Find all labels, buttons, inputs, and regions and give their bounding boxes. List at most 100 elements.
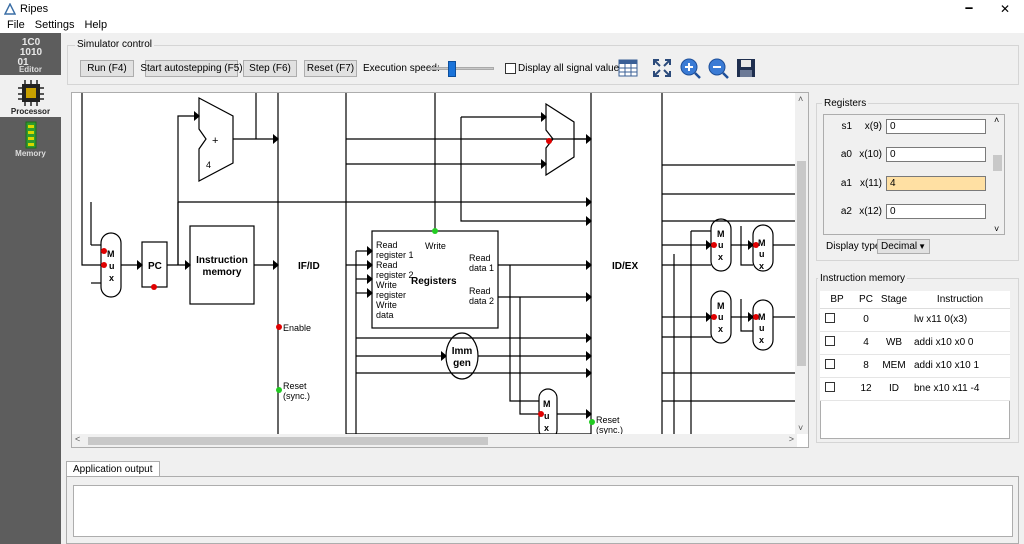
sidebar-item-memory[interactable]: Memory [0, 117, 61, 159]
column-header-pc[interactable]: PC [854, 291, 878, 309]
editor-icon: 1C0 1010 01 [17, 37, 42, 68]
signal-dot-red [276, 324, 282, 330]
breakpoint-checkbox[interactable] [825, 382, 835, 392]
menu-help[interactable]: Help [84, 19, 107, 31]
scroll-left-icon[interactable]: < [75, 434, 80, 444]
display-all-label: Display all signal values [518, 63, 625, 74]
scroll-down-icon[interactable]: ˅ [798, 423, 803, 433]
zoom-out-icon[interactable] [707, 57, 729, 79]
scroll-right-icon[interactable]: > [789, 434, 794, 444]
breakpoint-checkbox[interactable] [825, 313, 835, 323]
instruction-cell: lw x11 0(x3) [910, 308, 1010, 332]
application-output-pane [66, 476, 1019, 544]
title-bar: Ripes [0, 0, 1024, 17]
reset-button[interactable]: Reset (F7) [304, 60, 357, 77]
mux-label: x [109, 273, 114, 283]
menu-file[interactable]: File [7, 19, 25, 31]
register-value-field-highlighted[interactable]: 4 [886, 175, 986, 191]
breakpoint-checkbox[interactable] [825, 359, 835, 369]
register-alias: x(9) [864, 120, 882, 132]
registers-scrollbar[interactable]: ˄ ˅ [991, 115, 1004, 234]
enable-label: Enable [283, 323, 311, 333]
mux-label: M [758, 238, 766, 248]
imm-gen-label-1: Imm [452, 346, 473, 357]
mux-label: x [544, 423, 549, 433]
display-type-select[interactable]: Decimal ▼ [877, 239, 930, 254]
autostep-button[interactable]: Start autostepping (F5) [140, 60, 243, 77]
register-name: a2 [840, 205, 852, 217]
execution-speed-slider[interactable] [430, 61, 494, 77]
sidebar-label-editor: Editor [18, 65, 43, 74]
diagram-horizontal-scrollbar[interactable]: < > [72, 434, 797, 447]
maximize-button[interactable] [955, 0, 989, 17]
column-header-bp[interactable]: BP [820, 291, 854, 309]
column-header-stage[interactable]: Stage [878, 291, 910, 309]
display-type-label: Display type: [826, 241, 884, 252]
step-button[interactable]: Step (F6) [243, 60, 297, 77]
signal-dot-green [276, 387, 282, 393]
register-row: a1 x(11) 4 [830, 175, 986, 191]
sidebar-item-processor[interactable]: Processor [0, 75, 61, 117]
display-all-checkbox[interactable] [505, 63, 516, 74]
signal-dot-red [101, 262, 107, 268]
column-header-instruction[interactable]: Instruction [910, 291, 1010, 309]
table-row[interactable]: 0 lw x11 0(x3) [820, 308, 1010, 332]
reset-label-1a: Reset [283, 381, 307, 391]
write-data-label-a: Write [376, 300, 397, 310]
signal-dot-red [711, 242, 717, 248]
register-value-field[interactable]: 0 [886, 118, 986, 134]
register-row: a0 x(10) 0 [830, 146, 986, 162]
register-row: a2 x(12) 0 [830, 203, 986, 219]
sidebar-item-editor[interactable]: 1C0 1010 01 Editor [0, 33, 61, 75]
pc-label: PC [148, 261, 162, 272]
register-row: s1 x(9) 0 [830, 118, 986, 134]
table-row[interactable]: 12 ID bne x10 x11 -4 [820, 377, 1010, 401]
read-data1-label-b: data 1 [469, 263, 494, 273]
pc-cell: 12 [854, 377, 878, 401]
datapath-diagram: Instruction memory PC IF/ID ID/EX Regist… [81, 93, 796, 434]
read-data2-label-a: Read [469, 286, 491, 296]
scroll-thumb[interactable] [993, 155, 1002, 171]
expand-icon[interactable] [651, 57, 673, 79]
table-row[interactable]: 4 WB addi x10 x0 0 [820, 331, 1010, 355]
mux-label: x [718, 324, 723, 334]
mode-sidebar: 1C0 1010 01 Editor Processor Memory [0, 33, 61, 544]
scroll-down-icon[interactable]: ˅ [994, 224, 999, 234]
application-output-text[interactable] [73, 485, 1013, 537]
scroll-thumb[interactable] [797, 161, 806, 366]
instruction-memory-table: BP PC Stage Instruction 0 lw x11 0(x3) 4… [820, 291, 1010, 401]
scroll-thumb[interactable] [88, 437, 488, 445]
register-value-field[interactable]: 0 [886, 203, 986, 219]
mux-label: u [718, 312, 724, 322]
scroll-up-icon[interactable]: ˄ [994, 115, 999, 125]
breakpoint-checkbox[interactable] [825, 336, 835, 346]
save-icon[interactable] [735, 57, 757, 79]
register-value-field[interactable]: 0 [886, 146, 986, 162]
scroll-up-icon[interactable]: ˄ [798, 94, 803, 104]
read-reg1-label-a: Read [376, 240, 398, 250]
read-data2-label-b: data 2 [469, 296, 494, 306]
read-reg2-label-b: register 2 [376, 270, 414, 280]
signal-dot-green [589, 419, 595, 425]
table-icon[interactable] [617, 57, 639, 79]
execution-speed-label: Execution speed: [363, 63, 440, 74]
processor-diagram-view[interactable]: Instruction memory PC IF/ID ID/EX Regist… [71, 92, 809, 448]
pc-cell: 4 [854, 331, 878, 355]
read-data1-label-a: Read [469, 253, 491, 263]
run-button[interactable]: Run (F4) [80, 60, 134, 77]
write-data-label-b: data [376, 310, 394, 320]
adder-four-label: 4 [206, 160, 211, 170]
close-icon[interactable]: ✕ [988, 0, 1022, 17]
reset-label-1b: (sync.) [283, 391, 310, 401]
slider-handle[interactable] [448, 61, 456, 77]
table-row[interactable]: 8 MEM addi x10 x10 1 [820, 354, 1010, 378]
tab-application-output[interactable]: Application output [66, 461, 160, 477]
zoom-in-icon[interactable] [679, 57, 701, 79]
register-alias: x(12) [859, 205, 882, 217]
imm-gen-label-2: gen [453, 358, 471, 369]
instr-mem-label-2: memory [203, 267, 242, 278]
mux-label: x [759, 335, 764, 345]
menu-settings[interactable]: Settings [35, 19, 75, 31]
diagram-vertical-scrollbar[interactable]: ˄ ˅ [795, 93, 808, 434]
processor-icon [17, 80, 44, 106]
